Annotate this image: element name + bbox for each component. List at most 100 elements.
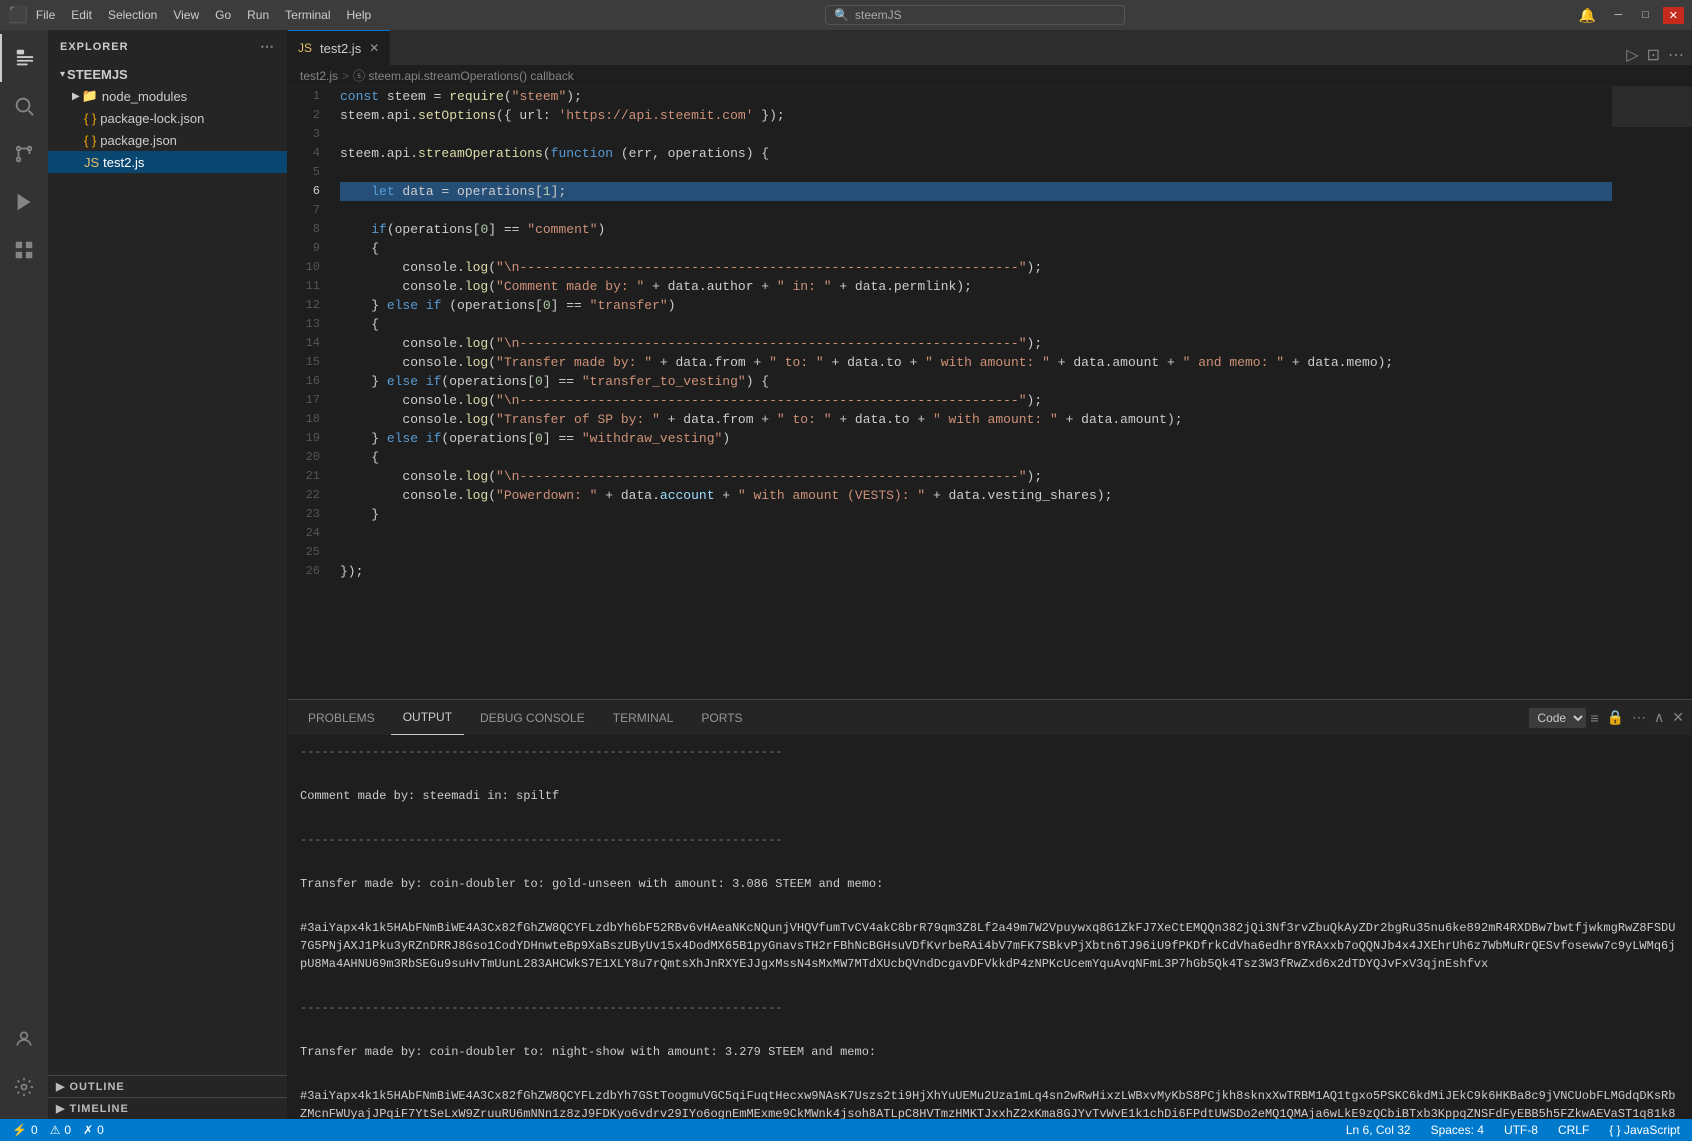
tree-item-steemjs[interactable]: ▾ STEEMJS xyxy=(48,63,287,85)
menu-file[interactable]: File xyxy=(36,8,55,22)
status-position[interactable]: Ln 6, Col 32 xyxy=(1342,1119,1415,1141)
output-text: #3aiYapx4k1k5HAbFNmBiWE4A3Cx82fGhZW8QCYF… xyxy=(300,1087,1680,1119)
chevron-down-icon: ▾ xyxy=(60,69,65,80)
line-number-8: 8 xyxy=(288,220,328,239)
token-plain: ) xyxy=(668,296,676,315)
js-file-icon: JS xyxy=(84,155,99,170)
run-file-icon[interactable]: ▷ xyxy=(1626,45,1638,65)
line-number-16: 16 xyxy=(288,372,328,391)
token-plain: (operations[ xyxy=(387,220,481,239)
panel-more-icon[interactable]: ⋯ xyxy=(1632,709,1646,726)
timeline-header[interactable]: ▶ TIMELINE xyxy=(48,1098,287,1119)
tree-item-package-json[interactable]: { } package.json xyxy=(48,129,287,151)
token-plain: + data.to + xyxy=(824,353,925,372)
code-line-12: } else if (operations[0] == "transfer") xyxy=(340,296,1612,315)
run-debug-activity-icon[interactable] xyxy=(0,178,48,226)
line-col-text: Ln 6, Col 32 xyxy=(1346,1123,1411,1137)
timeline-section: ▶ TIMELINE xyxy=(48,1097,287,1119)
token-plain: ); xyxy=(1027,334,1043,353)
sidebar-more-icon[interactable]: ⋯ xyxy=(260,38,275,55)
tree-item-node-modules[interactable]: ▶ 📁 node_modules xyxy=(48,85,287,107)
panel-tab-debug-console[interactable]: DEBUG CONSOLE xyxy=(468,700,597,735)
panel-tab-ports[interactable]: PORTS xyxy=(689,700,754,735)
token-str: "Comment made by: " xyxy=(496,277,644,296)
token-plain: ); xyxy=(1027,258,1043,277)
panel-tab-output[interactable]: OUTPUT xyxy=(391,700,464,735)
breadcrumb-file[interactable]: test2.js xyxy=(300,69,338,83)
code-line-17: console.log("\n-------------------------… xyxy=(340,391,1612,410)
panel-close-icon[interactable]: ✕ xyxy=(1672,709,1684,726)
timeline-label: TIMELINE xyxy=(69,1103,128,1115)
code-line-26: }); xyxy=(340,562,1612,581)
title-bar-search[interactable]: 🔍 steemJS xyxy=(825,5,1125,25)
token-plain: ( xyxy=(488,467,496,486)
status-encoding[interactable]: UTF-8 xyxy=(1500,1119,1542,1141)
outline-label: OUTLINE xyxy=(69,1081,124,1093)
token-plain: + data.to + xyxy=(832,410,933,429)
extensions-activity-icon[interactable] xyxy=(0,226,48,274)
menu-help[interactable]: Help xyxy=(347,8,372,22)
status-git[interactable]: ⚡ 0 ⚠ 0 ✗ 0 xyxy=(8,1119,108,1141)
tab-js-icon: JS xyxy=(298,41,312,55)
token-kw: let xyxy=(371,182,394,201)
token-fn: setOptions xyxy=(418,106,496,125)
tab-test2-js[interactable]: JS test2.js ✕ xyxy=(288,30,390,65)
code-line-2: steem.api.setOptions({ url: 'https://api… xyxy=(340,106,1612,125)
token-plain: ({ url: xyxy=(496,106,558,125)
code-content[interactable]: const steem = require("steem");steem.api… xyxy=(336,87,1612,699)
panel-tab-terminal[interactable]: TERMINAL xyxy=(601,700,686,735)
output-text: Comment made by: steemadi in: spiltf xyxy=(300,787,1680,805)
line-number-3: 3 xyxy=(288,125,328,144)
token-str: " and memo: " xyxy=(1183,353,1284,372)
language-text: { } JavaScript xyxy=(1609,1123,1680,1137)
panel-collapse-icon[interactable]: ∧ xyxy=(1654,709,1664,726)
output-dropdown[interactable]: Code xyxy=(1529,708,1586,728)
editor-more-icon[interactable]: ⋯ xyxy=(1668,45,1684,65)
split-editor-icon[interactable]: ⊡ xyxy=(1647,45,1660,65)
tab-close-button[interactable]: ✕ xyxy=(369,41,379,55)
output-divider: ----------------------------------------… xyxy=(300,831,1680,849)
notification-icon[interactable]: 🔔 xyxy=(1579,7,1596,24)
code-line-11: console.log("Comment made by: " + data.a… xyxy=(340,277,1612,296)
token-str: "\n-------------------------------------… xyxy=(496,391,1027,410)
chevron-right-timeline-icon: ▶ xyxy=(56,1102,65,1115)
token-plain: + data.from + xyxy=(652,353,769,372)
settings-activity-icon[interactable] xyxy=(0,1063,48,1111)
token-str: "steem" xyxy=(512,87,567,106)
source-control-activity-icon[interactable] xyxy=(0,130,48,178)
status-spaces[interactable]: Spaces: 4 xyxy=(1427,1119,1488,1141)
line-number-13: 13 xyxy=(288,315,328,334)
breadcrumb: test2.js > ⓢ steem.api.streamOperations(… xyxy=(288,65,1692,87)
token-kw: const xyxy=(340,87,379,106)
account-activity-icon[interactable] xyxy=(0,1015,48,1063)
search-icon: 🔍 xyxy=(834,8,849,22)
menu-view[interactable]: View xyxy=(173,8,199,22)
line-number-9: 9 xyxy=(288,239,328,258)
tree-item-test2-js[interactable]: JS test2.js xyxy=(48,151,287,173)
panel-list-icon[interactable]: ≡ xyxy=(1590,710,1598,726)
menu-terminal[interactable]: Terminal xyxy=(285,8,330,22)
token-kw: if xyxy=(371,220,387,239)
output-divider: ----------------------------------------… xyxy=(300,743,1680,761)
token-str: "\n-------------------------------------… xyxy=(496,334,1027,353)
menu-edit[interactable]: Edit xyxy=(71,8,92,22)
tree-item-package-lock[interactable]: { } package-lock.json xyxy=(48,107,287,129)
status-language[interactable]: { } JavaScript xyxy=(1605,1119,1684,1141)
explorer-activity-icon[interactable] xyxy=(0,34,48,82)
panel-lock-icon[interactable]: 🔒 xyxy=(1607,709,1624,726)
token-plain: console. xyxy=(340,334,465,353)
panel-tab-problems[interactable]: PROBLEMS xyxy=(296,700,387,735)
search-activity-icon[interactable] xyxy=(0,82,48,130)
tab-bar: JS test2.js ✕ ▷ ⊡ ⋯ xyxy=(288,30,1692,65)
menu-run[interactable]: Run xyxy=(247,8,269,22)
close-button[interactable]: ✕ xyxy=(1663,7,1684,24)
minimize-button[interactable]: ─ xyxy=(1608,7,1628,24)
maximize-button[interactable]: □ xyxy=(1636,7,1655,24)
breadcrumb-callback[interactable]: ⓢ steem.api.streamOperations() callback xyxy=(353,67,574,84)
outline-header[interactable]: ▶ OUTLINE xyxy=(48,1076,287,1097)
status-eol[interactable]: CRLF xyxy=(1554,1119,1593,1141)
token-plain: (err, operations) { xyxy=(613,144,769,163)
menu-go[interactable]: Go xyxy=(215,8,231,22)
code-line-4: steem.api.streamOperations(function (err… xyxy=(340,144,1612,163)
menu-selection[interactable]: Selection xyxy=(108,8,157,22)
